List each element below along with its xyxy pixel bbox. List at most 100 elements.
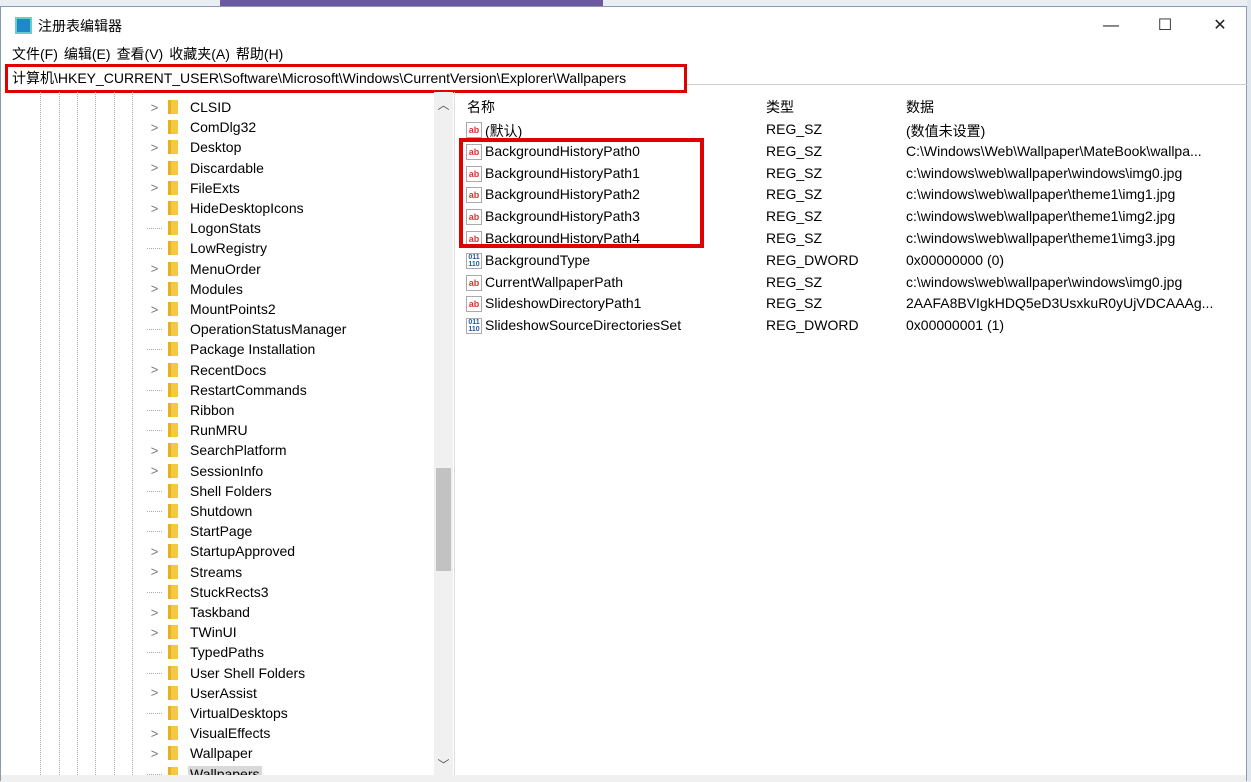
tree-item[interactable]: VirtualDesktops (147, 703, 447, 723)
tree-item[interactable]: > Discardable (147, 158, 447, 178)
tree-item[interactable]: > Streams (147, 562, 447, 582)
value-row[interactable]: ab SlideshowDirectoryPath1 REG_SZ 2AAFA8BVI… (459, 293, 1247, 315)
expand-chevron-icon[interactable]: > (147, 302, 162, 317)
tree-item[interactable]: > StartupApproved (147, 541, 447, 561)
tree-scrollbar[interactable]: ︿ ﹀ (434, 92, 453, 775)
expand-chevron-icon[interactable]: > (147, 544, 162, 559)
tree-item[interactable]: > Taskband (147, 602, 447, 622)
tree-item[interactable]: User Shell Folders (147, 663, 447, 683)
column-header-data[interactable]: 数据 (906, 97, 934, 117)
value-type: REG_SZ (766, 230, 823, 246)
tree-item[interactable]: Shell Folders (147, 481, 447, 501)
expand-chevron-icon[interactable]: > (147, 746, 162, 761)
expand-chevron-icon[interactable]: > (147, 120, 162, 135)
tree-item-label: Desktop (190, 139, 242, 156)
tree-item[interactable]: > MenuOrder (147, 259, 447, 279)
expand-chevron-icon[interactable]: > (147, 140, 162, 155)
folder-icon (168, 221, 178, 236)
expand-chevron-icon[interactable]: > (147, 463, 162, 478)
expand-chevron-icon[interactable]: > (147, 201, 162, 216)
expand-chevron-icon[interactable]: > (147, 443, 162, 458)
folder-icon (168, 483, 178, 498)
tree-item-label: Discardable (190, 159, 264, 176)
expand-chevron-icon[interactable]: > (147, 564, 162, 579)
string-value-icon: ab (466, 296, 482, 313)
expand-chevron-icon[interactable]: > (147, 281, 162, 296)
tree-item-label: StartupApproved (190, 543, 296, 560)
close-button[interactable]: ✕ (1197, 13, 1243, 39)
tree-item[interactable]: StartPage (147, 521, 447, 541)
key-tree: > CLSID > ComDlg32 > Desktop > Discardable > File… (7, 92, 455, 775)
tree-item[interactable]: RestartCommands (147, 380, 447, 400)
tree-item[interactable]: > SessionInfo (147, 461, 447, 481)
folder-icon (168, 120, 178, 135)
tree-item[interactable]: Package Installation (147, 339, 447, 359)
tree-item-label: Modules (190, 280, 243, 297)
value-row[interactable]: 011 110 BackgroundType REG_DWORD 0x00000000 … (459, 250, 1247, 272)
menu-edit[interactable]: 编辑(E) (64, 43, 117, 65)
tree-item[interactable]: > SearchPlatform (147, 440, 447, 460)
expand-chevron-icon[interactable]: > (147, 726, 162, 741)
expand-chevron-icon[interactable]: > (147, 100, 162, 115)
folder-icon (168, 463, 178, 478)
tree-item-label: LogonStats (190, 220, 261, 237)
tree-item[interactable]: > VisualEffects (147, 723, 447, 743)
column-header-name[interactable]: 名称 (467, 97, 495, 117)
scroll-thumb[interactable] (436, 468, 451, 571)
column-header-type[interactable]: 类型 (766, 97, 794, 117)
menu-bar: 文件(F) 编辑(E) 查看(V) 收藏夹(A) 帮助(H) (1, 43, 289, 65)
minimize-button[interactable]: — (1088, 13, 1134, 39)
scroll-down-icon[interactable]: ﹀ (434, 756, 453, 773)
tree-item[interactable]: OperationStatusManager (147, 319, 447, 339)
menu-help[interactable]: 帮助(H) (236, 43, 289, 65)
tree-item[interactable]: TypedPaths (147, 642, 447, 662)
value-row[interactable]: 011 110 SlideshowSourceDirectoriesSet REG_D… (459, 315, 1247, 337)
value-row[interactable]: ab CurrentWallpaperPath REG_SZ c:\windows\w… (459, 272, 1247, 294)
tree-item[interactable]: > ComDlg32 (147, 117, 447, 137)
tree-item[interactable]: LowRegistry (147, 238, 447, 258)
tree-item-label: FileExts (190, 179, 240, 196)
tree-item-label: TWinUI (190, 624, 237, 641)
tree-connector (147, 713, 162, 714)
tree-item[interactable]: StuckRects3 (147, 582, 447, 602)
tree-connector (147, 410, 162, 411)
expand-chevron-icon[interactable]: > (147, 625, 162, 640)
menu-view[interactable]: 查看(V) (117, 43, 170, 65)
expand-chevron-icon[interactable]: > (147, 261, 162, 276)
folder-icon (168, 645, 178, 660)
tree-item[interactable]: > Desktop (147, 137, 447, 157)
expand-chevron-icon[interactable]: > (147, 685, 162, 700)
expand-chevron-icon[interactable]: > (147, 180, 162, 195)
tree-item[interactable]: > UserAssist (147, 683, 447, 703)
menu-file[interactable]: 文件(F) (1, 43, 64, 65)
expand-chevron-icon[interactable]: > (147, 362, 162, 377)
scroll-up-icon[interactable]: ︿ (434, 96, 453, 113)
folder-icon (168, 766, 178, 775)
tree-item-label: HideDesktopIcons (190, 200, 304, 216)
tree-item[interactable]: > MountPoints2 (147, 299, 447, 319)
value-data: c:\windows\web\wallpaper\theme1\img3.jpg (906, 230, 1176, 246)
tree-item[interactable]: Wallpapers (147, 764, 447, 775)
tree-item[interactable]: > HideDesktopIcons (147, 198, 447, 218)
tree-item-label: StuckRects3 (190, 583, 269, 600)
tree-item-label: VisualEffects (190, 725, 271, 742)
tree-item[interactable]: > CLSID (147, 97, 447, 117)
tree-item[interactable]: Shutdown (147, 501, 447, 521)
folder-icon (168, 504, 178, 518)
menu-favorites[interactable]: 收藏夹(A) (169, 43, 236, 65)
tree-item[interactable]: LogonStats (147, 218, 447, 238)
maximize-button[interactable]: ☐ (1142, 13, 1188, 39)
value-type: REG_SZ (766, 121, 823, 137)
tree-item[interactable]: > Wallpaper (147, 743, 447, 763)
tree-item[interactable]: > RecentDocs (147, 360, 447, 380)
expand-chevron-icon[interactable]: > (147, 605, 162, 620)
tree-item[interactable]: RunMRU (147, 420, 447, 440)
tree-item[interactable]: > TWinUI (147, 622, 447, 642)
tree-item[interactable]: Ribbon (147, 400, 447, 420)
background-window-edge (1247, 0, 1251, 781)
address-bar[interactable]: 计算机\HKEY_CURRENT_USER\Software\Microsoft… (5, 64, 687, 93)
folder-icon (168, 342, 178, 357)
expand-chevron-icon[interactable]: > (147, 160, 162, 175)
tree-item[interactable]: > Modules (147, 279, 447, 299)
tree-item[interactable]: > FileExts (147, 178, 447, 198)
